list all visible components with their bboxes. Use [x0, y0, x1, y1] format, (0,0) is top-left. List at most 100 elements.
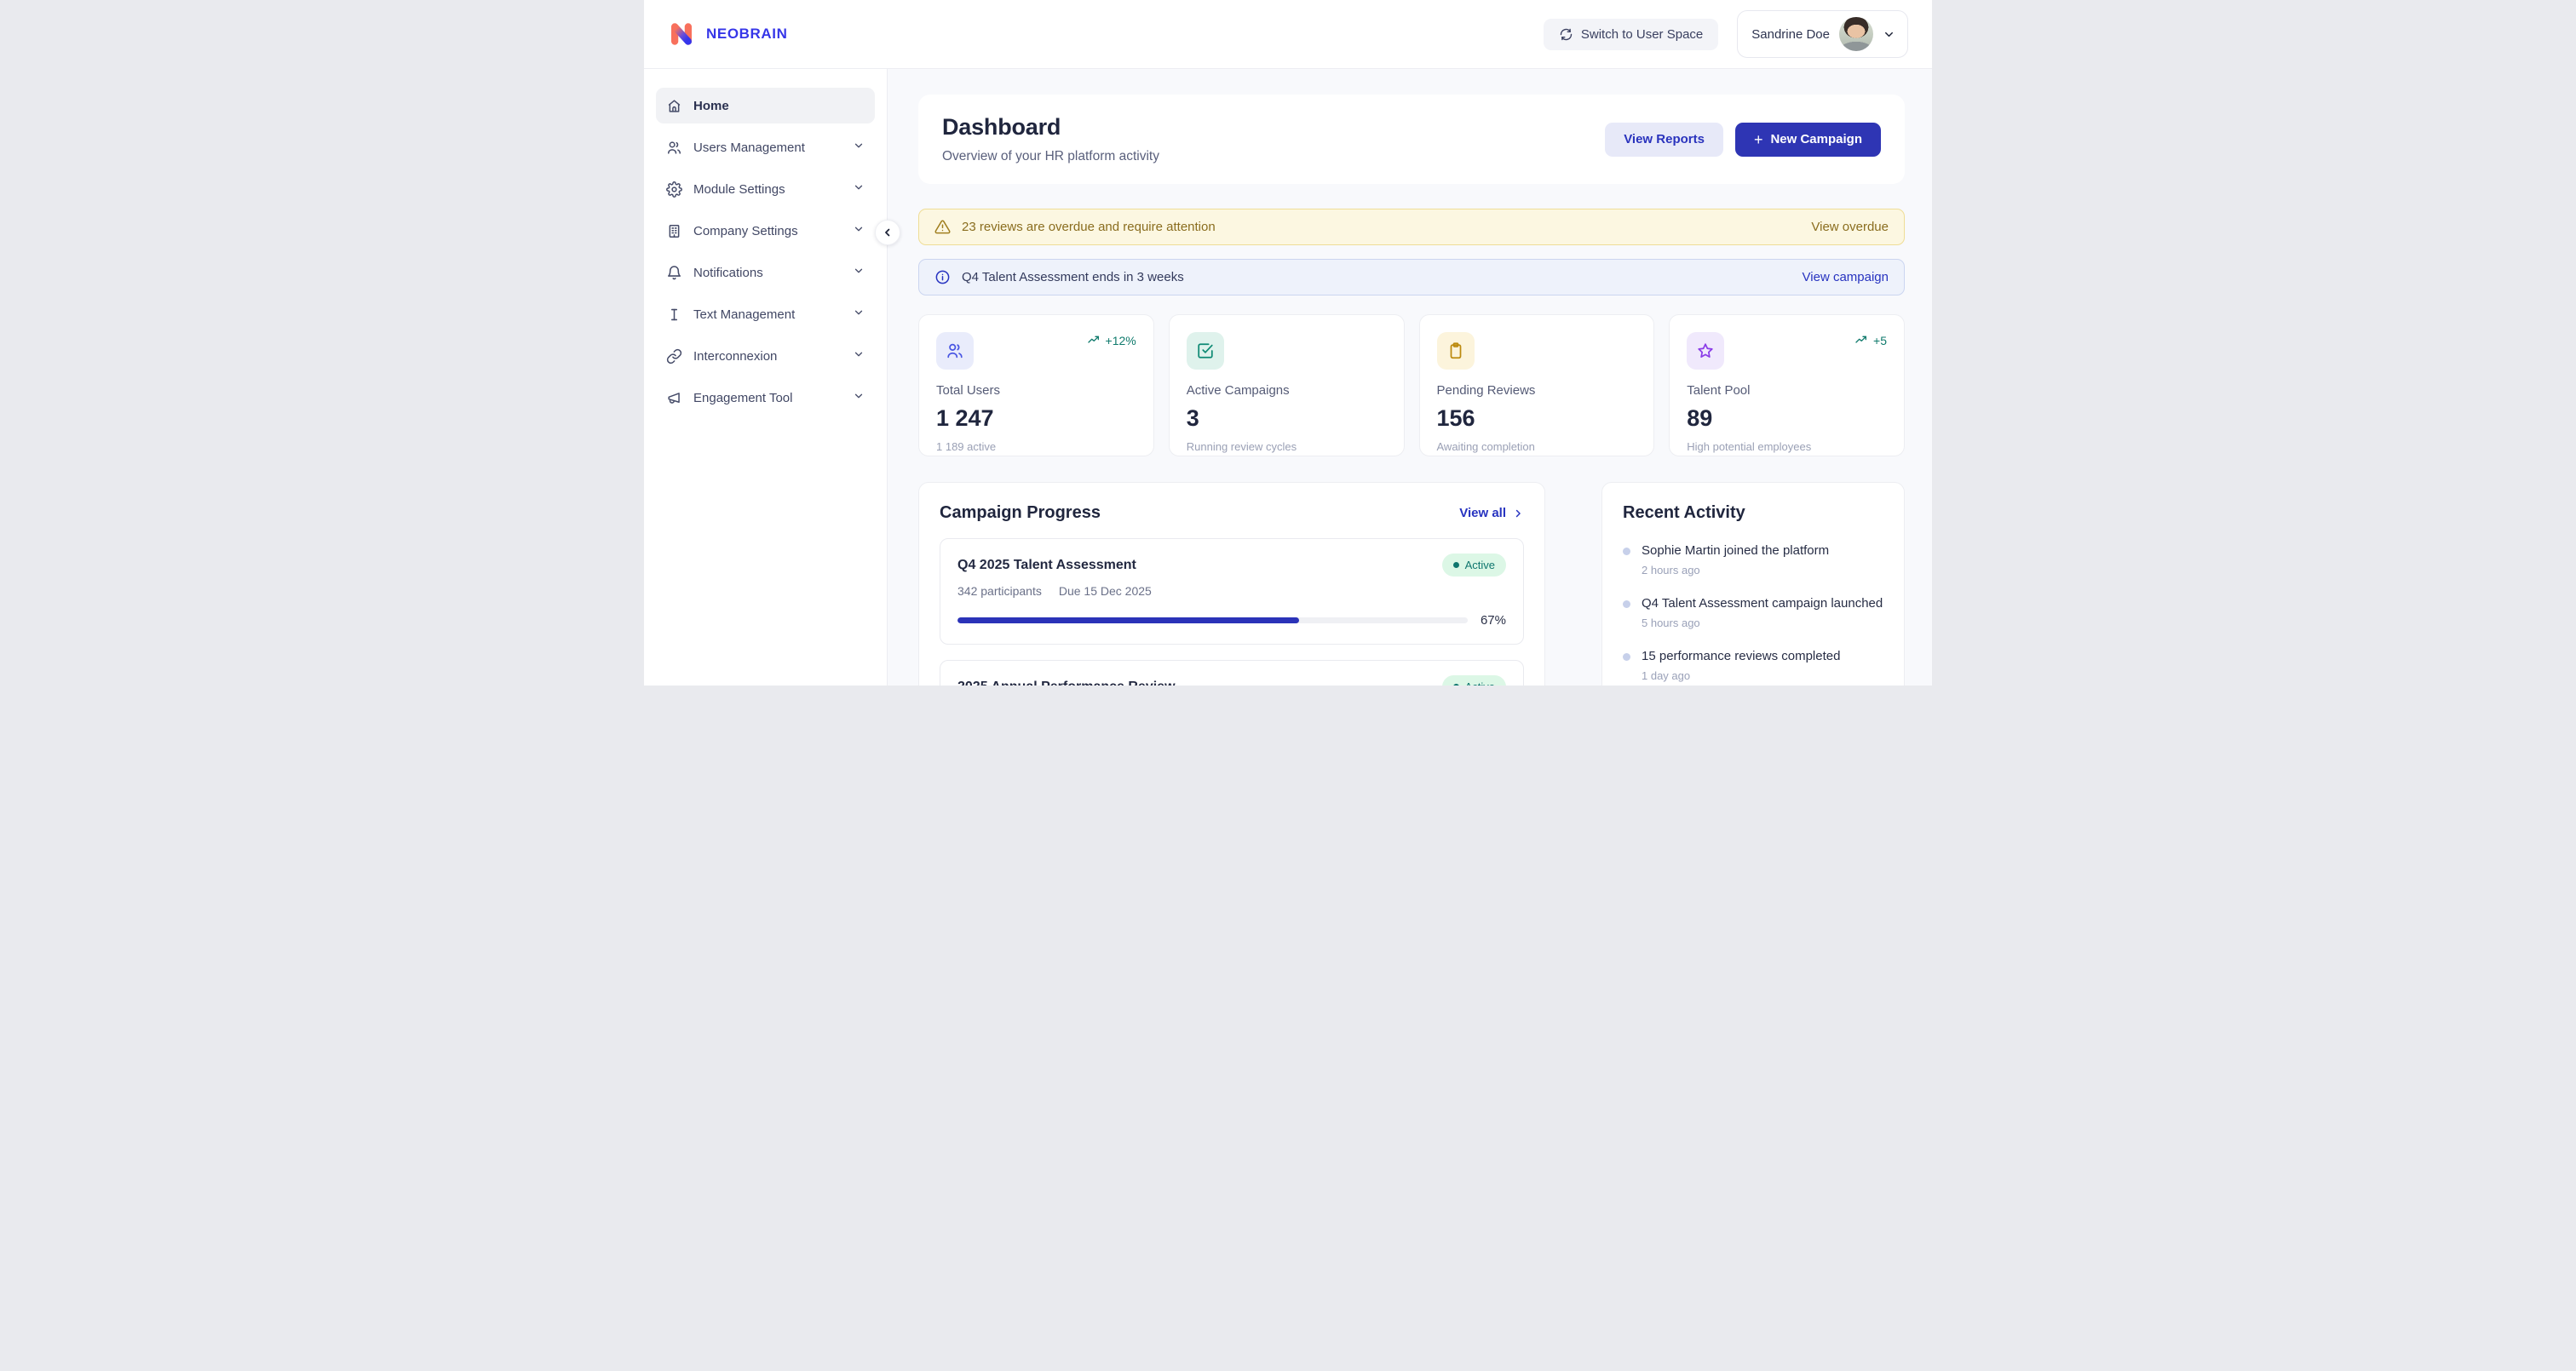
- view-all-link[interactable]: View all: [1459, 506, 1524, 520]
- chevron-down-icon: [853, 223, 865, 238]
- status-label: Active: [1465, 680, 1495, 686]
- progress-percent: 67%: [1481, 613, 1506, 628]
- stat-label: Talent Pool: [1687, 383, 1887, 398]
- stat-label: Pending Reviews: [1437, 383, 1637, 398]
- page-title: Dashboard: [942, 114, 1159, 141]
- campaign-item[interactable]: Q4 2025 Talent Assessment Active 342 par…: [940, 538, 1524, 645]
- chevron-down-icon: [1883, 28, 1895, 41]
- top-bar: NEOBRAIN Switch to User Space Sandrine D…: [644, 0, 1932, 69]
- campaign-due-date: Due 15 Dec 2025: [1059, 584, 1152, 598]
- sidebar-item-label: Users Management: [693, 141, 842, 155]
- stat-sub: High potential employees: [1687, 440, 1887, 453]
- trend-value: +12%: [1106, 334, 1136, 347]
- star-icon: [1687, 332, 1724, 370]
- activity-time: 1 day ago: [1642, 669, 1840, 682]
- gear-icon: [666, 181, 682, 198]
- stat-card-active-campaigns: Active Campaigns 3 Running review cycles: [1169, 314, 1405, 456]
- sidebar-item-label: Text Management: [693, 307, 842, 322]
- stat-sub: Running review cycles: [1187, 440, 1387, 453]
- link-icon: [666, 348, 682, 364]
- stat-sub: Awaiting completion: [1437, 440, 1637, 453]
- view-reports-button[interactable]: View Reports: [1605, 123, 1723, 157]
- new-campaign-label: New Campaign: [1770, 132, 1862, 146]
- activity-time: 5 hours ago: [1642, 617, 1883, 629]
- app-window: NEOBRAIN Switch to User Space Sandrine D…: [644, 0, 1932, 686]
- users-icon: [666, 140, 682, 156]
- campaign-item[interactable]: 2025 Annual Performance Review Active: [940, 660, 1524, 686]
- user-menu[interactable]: Sandrine Doe: [1737, 10, 1908, 58]
- view-all-label: View all: [1459, 506, 1506, 520]
- sidebar-item-module-settings[interactable]: Module Settings: [656, 171, 875, 207]
- chevron-down-icon: [853, 140, 865, 155]
- sidebar-item-label: Company Settings: [693, 224, 842, 238]
- activity-list: Sophie Martin joined the platform 2 hour…: [1623, 543, 1883, 682]
- campaign-name: Q4 2025 Talent Assessment: [957, 558, 1136, 573]
- campaign-name: 2025 Annual Performance Review: [957, 680, 1176, 686]
- info-circle-icon: [934, 269, 951, 285]
- chevron-right-icon: [1512, 508, 1524, 519]
- stat-label: Total Users: [936, 383, 1136, 398]
- trend-up-indicator: +5: [1854, 334, 1887, 347]
- warning-triangle-icon: [934, 219, 951, 235]
- info-message: Q4 Talent Assessment ends in 3 weeks: [962, 270, 1791, 284]
- trend-up-icon: [1087, 334, 1101, 347]
- activity-dot-icon: [1623, 548, 1630, 555]
- campaign-progress-title: Campaign Progress: [940, 503, 1101, 523]
- user-avatar: [1839, 17, 1873, 51]
- sidebar-item-users-management[interactable]: Users Management: [656, 129, 875, 165]
- switch-to-user-space-button[interactable]: Switch to User Space: [1544, 19, 1718, 50]
- sidebar-item-label: Interconnexion: [693, 349, 842, 364]
- brand-name: NEOBRAIN: [706, 26, 787, 43]
- switch-space-icon: [1559, 27, 1573, 42]
- sidebar-item-interconnexion[interactable]: Interconnexion: [656, 338, 875, 374]
- sidebar-collapse-button[interactable]: [875, 220, 900, 245]
- trend-up-indicator: +12%: [1087, 334, 1136, 347]
- chevron-left-icon: [882, 227, 894, 238]
- switch-button-label: Switch to User Space: [1581, 27, 1703, 42]
- stat-value: 1 247: [936, 405, 1136, 432]
- page-subtitle: Overview of your HR platform activity: [942, 149, 1159, 164]
- sidebar-item-notifications[interactable]: Notifications: [656, 255, 875, 290]
- main-content: Dashboard Overview of your HR platform a…: [888, 69, 1932, 686]
- chevron-down-icon: [853, 265, 865, 280]
- campaign-info-banner: Q4 Talent Assessment ends in 3 weeks Vie…: [918, 259, 1905, 295]
- trend-up-icon: [1854, 334, 1868, 347]
- progress-fill: [957, 617, 1299, 623]
- new-campaign-button[interactable]: + New Campaign: [1735, 123, 1881, 157]
- status-badge: Active: [1442, 554, 1506, 577]
- stat-label: Active Campaigns: [1187, 383, 1387, 398]
- sidebar-item-company-settings[interactable]: Company Settings: [656, 213, 875, 249]
- view-overdue-link[interactable]: View overdue: [1811, 220, 1889, 234]
- status-label: Active: [1465, 559, 1495, 571]
- plus-icon: +: [1754, 132, 1763, 147]
- activity-item: Q4 Talent Assessment campaign launched 5…: [1623, 596, 1883, 629]
- bell-icon: [666, 265, 682, 281]
- users-icon: [936, 332, 974, 370]
- sidebar-item-engagement-tool[interactable]: Engagement Tool: [656, 380, 875, 416]
- chevron-down-icon: [853, 307, 865, 322]
- activity-dot-icon: [1623, 600, 1630, 608]
- megaphone-icon: [666, 390, 682, 406]
- chevron-down-icon: [853, 348, 865, 364]
- activity-time: 2 hours ago: [1642, 564, 1829, 577]
- brand: NEOBRAIN: [666, 19, 787, 49]
- sidebar-item-label: Module Settings: [693, 182, 842, 197]
- stat-card-pending-reviews: Pending Reviews 156 Awaiting completion: [1419, 314, 1655, 456]
- user-name: Sandrine Doe: [1751, 27, 1830, 42]
- bottom-section: Campaign Progress View all Q4 2025 Talen…: [918, 482, 1905, 686]
- stat-value: 156: [1437, 405, 1637, 432]
- chevron-down-icon: [853, 390, 865, 405]
- campaign-participants: 342 participants: [957, 584, 1042, 598]
- sidebar-item-label: Home: [693, 99, 865, 113]
- sidebar-item-label: Engagement Tool: [693, 391, 842, 405]
- home-icon: [666, 98, 682, 114]
- overdue-warning-banner: 23 reviews are overdue and require atten…: [918, 209, 1905, 245]
- sidebar-item-home[interactable]: Home: [656, 88, 875, 123]
- sidebar-item-text-management[interactable]: Text Management: [656, 296, 875, 332]
- sidebar: Home Users Management Module Settings Co…: [644, 69, 888, 686]
- neobrain-logo-icon: [666, 19, 697, 49]
- building-icon: [666, 223, 682, 239]
- view-campaign-link[interactable]: View campaign: [1803, 270, 1889, 284]
- status-dot-icon: [1453, 684, 1459, 686]
- stat-value: 3: [1187, 405, 1387, 432]
